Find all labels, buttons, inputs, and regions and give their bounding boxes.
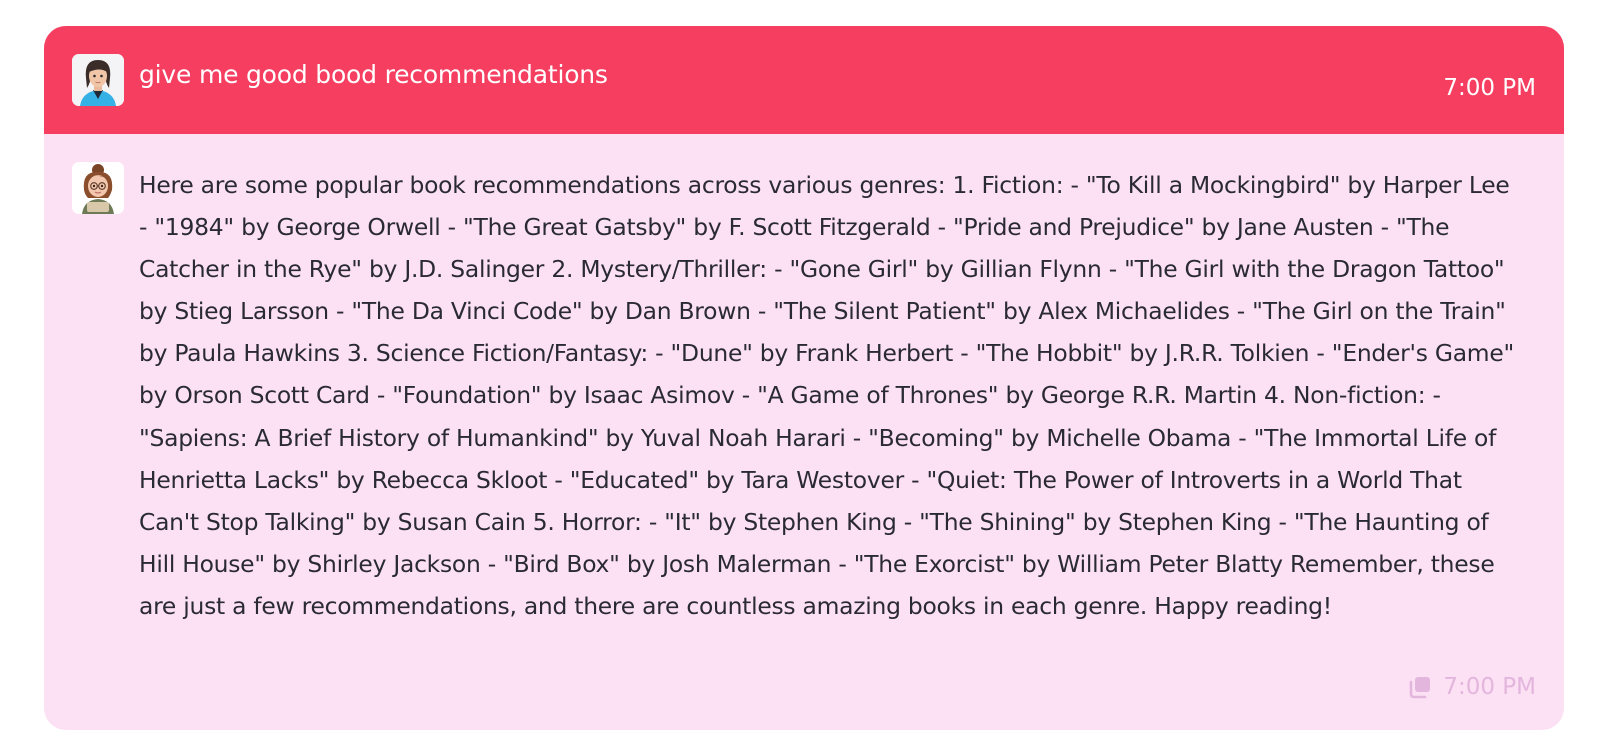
user-message-timestamp: 7:00 PM <box>1443 75 1536 101</box>
chat-thread: give me good bood recommendations 7:00 P… <box>44 26 1564 730</box>
user-avatar-icon <box>72 54 124 106</box>
assistant-message-text: Here are some popular book recommendatio… <box>139 171 1514 620</box>
assistant-message: Here are some popular book recommendatio… <box>44 134 1564 730</box>
copy-icon[interactable] <box>1407 674 1433 700</box>
user-message: give me good bood recommendations 7:00 P… <box>44 26 1564 134</box>
assistant-message-timestamp: 7:00 PM <box>1443 674 1536 700</box>
assistant-message-footer: 7:00 PM <box>1407 672 1536 702</box>
user-message-text: give me good bood recommendations <box>139 60 608 89</box>
assistant-avatar-icon <box>72 162 124 214</box>
